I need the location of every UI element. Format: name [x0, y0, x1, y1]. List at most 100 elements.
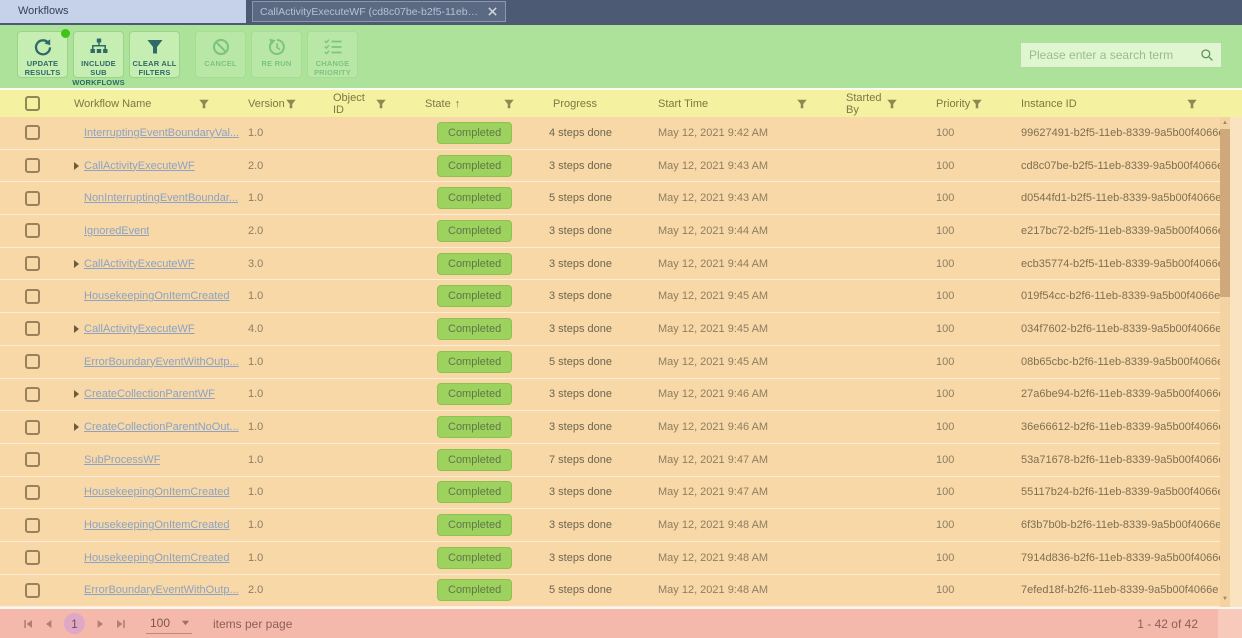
- search-icon[interactable]: [1200, 48, 1214, 62]
- row-checkbox[interactable]: [25, 420, 40, 435]
- filter-funnel-icon[interactable]: [1186, 98, 1198, 110]
- instance-id-cell: 7efed18f-b2f6-11eb-8339-9a5b00f4066e: [1013, 575, 1242, 607]
- workflow-name-link[interactable]: SubProcessWF: [84, 454, 160, 466]
- workflow-name-link[interactable]: HousekeepingOnItemCreated: [84, 552, 230, 564]
- column-header-started-by[interactable]: Started By: [838, 90, 928, 117]
- version-cell: 2.0: [240, 575, 325, 607]
- close-icon[interactable]: [487, 6, 498, 17]
- column-header-version[interactable]: Version: [240, 90, 325, 117]
- started-by-cell: [838, 542, 928, 574]
- column-header-state[interactable]: State↑: [417, 90, 545, 117]
- row-checkbox[interactable]: [25, 158, 40, 173]
- priority-cell: 100: [928, 182, 1013, 214]
- workflow-name-link[interactable]: CallActivityExecuteWF: [84, 323, 195, 335]
- row-checkbox[interactable]: [25, 289, 40, 304]
- row-checkbox[interactable]: [25, 191, 40, 206]
- scroll-down-arrow-icon[interactable]: ▼: [1220, 593, 1230, 605]
- workflow-name-link[interactable]: NonInterruptingEventBoundar...: [84, 192, 238, 204]
- started-by-cell: [838, 509, 928, 541]
- workflow-name-link[interactable]: ErrorBoundaryEventWithOutp...: [84, 356, 239, 368]
- pager-right-strip: [1218, 609, 1242, 638]
- column-header-instance-id[interactable]: Instance ID: [1013, 90, 1242, 117]
- row-checkbox[interactable]: [25, 125, 40, 140]
- start-time-cell: May 12, 2021 9:42 AM: [650, 117, 838, 149]
- state-badge: Completed: [437, 122, 512, 144]
- workflow-name-link[interactable]: HousekeepingOnItemCreated: [84, 486, 230, 498]
- filter-funnel-icon[interactable]: [503, 98, 515, 110]
- workflow-name-link[interactable]: CallActivityExecuteWF: [84, 160, 195, 172]
- expand-arrow-icon[interactable]: [74, 260, 79, 268]
- scroll-up-arrow-icon[interactable]: ▲: [1220, 117, 1230, 129]
- row-checkbox[interactable]: [25, 583, 40, 598]
- row-checkbox[interactable]: [25, 354, 40, 369]
- row-checkbox[interactable]: [25, 321, 40, 336]
- version-cell: 1.0: [240, 280, 325, 312]
- re-run-label: RE RUN: [262, 59, 292, 68]
- update-results-button[interactable]: UPDATE RESULTS: [17, 31, 68, 78]
- filter-funnel-icon[interactable]: [198, 98, 210, 110]
- clear-all-filters-button[interactable]: CLEAR ALL FILTERS: [129, 31, 180, 78]
- column-header-progress[interactable]: Progress: [545, 90, 650, 117]
- filter-funnel-icon[interactable]: [796, 98, 808, 110]
- scrollbar-thumb[interactable]: [1220, 129, 1230, 297]
- next-page-icon[interactable]: [94, 618, 106, 630]
- row-checkbox[interactable]: [25, 452, 40, 467]
- workflow-name-link[interactable]: ErrorBoundaryEventWithOutp...: [84, 584, 239, 596]
- row-checkbox[interactable]: [25, 485, 40, 500]
- row-checkbox[interactable]: [25, 256, 40, 271]
- column-header-object-id[interactable]: Object ID: [325, 90, 417, 117]
- expand-arrow-icon[interactable]: [74, 325, 79, 333]
- expand-arrow-icon[interactable]: [74, 423, 79, 431]
- last-page-icon[interactable]: [115, 618, 127, 630]
- filter-funnel-icon[interactable]: [971, 98, 983, 110]
- vertical-scrollbar[interactable]: ▲ ▼: [1220, 117, 1230, 607]
- filter-funnel-icon[interactable]: [375, 98, 387, 110]
- tab-callactivityexecutewf[interactable]: CallActivityExecuteWF (cd8c07be-b2f5-11e…: [252, 1, 506, 22]
- priority-cell: 100: [928, 346, 1013, 378]
- first-page-icon[interactable]: [22, 618, 34, 630]
- column-header-workflow-name[interactable]: Workflow Name: [64, 90, 240, 117]
- checklist-icon: [323, 37, 343, 57]
- tab-workflows-label: Workflows: [18, 5, 69, 17]
- row-checkbox[interactable]: [25, 387, 40, 402]
- priority-cell: 100: [928, 313, 1013, 345]
- change-priority-button[interactable]: CHANGE PRIORITY: [307, 31, 358, 78]
- workflow-name-link[interactable]: CreateCollectionParentNoOut...: [84, 421, 239, 433]
- object-id-cell: [325, 379, 417, 411]
- state-badge: Completed: [437, 383, 512, 405]
- expand-arrow-icon[interactable]: [74, 162, 79, 170]
- workflow-name-link[interactable]: InterruptingEventBoundaryVal...: [84, 127, 239, 139]
- hierarchy-icon: [89, 37, 109, 57]
- object-id-cell: [325, 313, 417, 345]
- column-header-label: State: [425, 98, 451, 110]
- row-checkbox[interactable]: [25, 518, 40, 533]
- cancel-button[interactable]: CANCEL: [195, 31, 246, 78]
- progress-cell: 5 steps done: [545, 575, 650, 607]
- progress-cell: 3 steps done: [545, 215, 650, 247]
- select-all-checkbox[interactable]: [25, 96, 40, 111]
- filter-funnel-icon[interactable]: [886, 98, 898, 110]
- previous-page-icon[interactable]: [43, 618, 55, 630]
- expand-arrow-icon[interactable]: [74, 390, 79, 398]
- workflow-name-link[interactable]: HousekeepingOnItemCreated: [84, 519, 230, 531]
- current-page-button[interactable]: 1: [64, 613, 85, 634]
- filter-funnel-icon[interactable]: [285, 98, 297, 110]
- row-checkbox[interactable]: [25, 550, 40, 565]
- include-sub-workflows-button[interactable]: INCLUDE SUB WORKFLOWS: [73, 31, 124, 78]
- column-header-label: Object ID: [333, 92, 375, 116]
- page-size-dropdown[interactable]: 100: [146, 614, 192, 634]
- version-cell: 2.0: [240, 150, 325, 182]
- table-row: IgnoredEvent 2.0 Completed 3 steps done …: [0, 215, 1242, 248]
- items-per-page-label: items per page: [213, 617, 292, 631]
- priority-cell: 100: [928, 215, 1013, 247]
- column-header-priority[interactable]: Priority: [928, 90, 1013, 117]
- row-checkbox[interactable]: [25, 223, 40, 238]
- column-header-start-time[interactable]: Start Time: [650, 90, 838, 117]
- re-run-button[interactable]: RE RUN: [251, 31, 302, 78]
- tab-workflows[interactable]: Workflows: [0, 0, 246, 23]
- search-input[interactable]: [1021, 48, 1200, 62]
- workflow-name-link[interactable]: CreateCollectionParentWF: [84, 388, 215, 400]
- workflow-name-link[interactable]: IgnoredEvent: [84, 225, 149, 237]
- workflow-name-link[interactable]: HousekeepingOnItemCreated: [84, 290, 230, 302]
- workflow-name-link[interactable]: CallActivityExecuteWF: [84, 258, 195, 270]
